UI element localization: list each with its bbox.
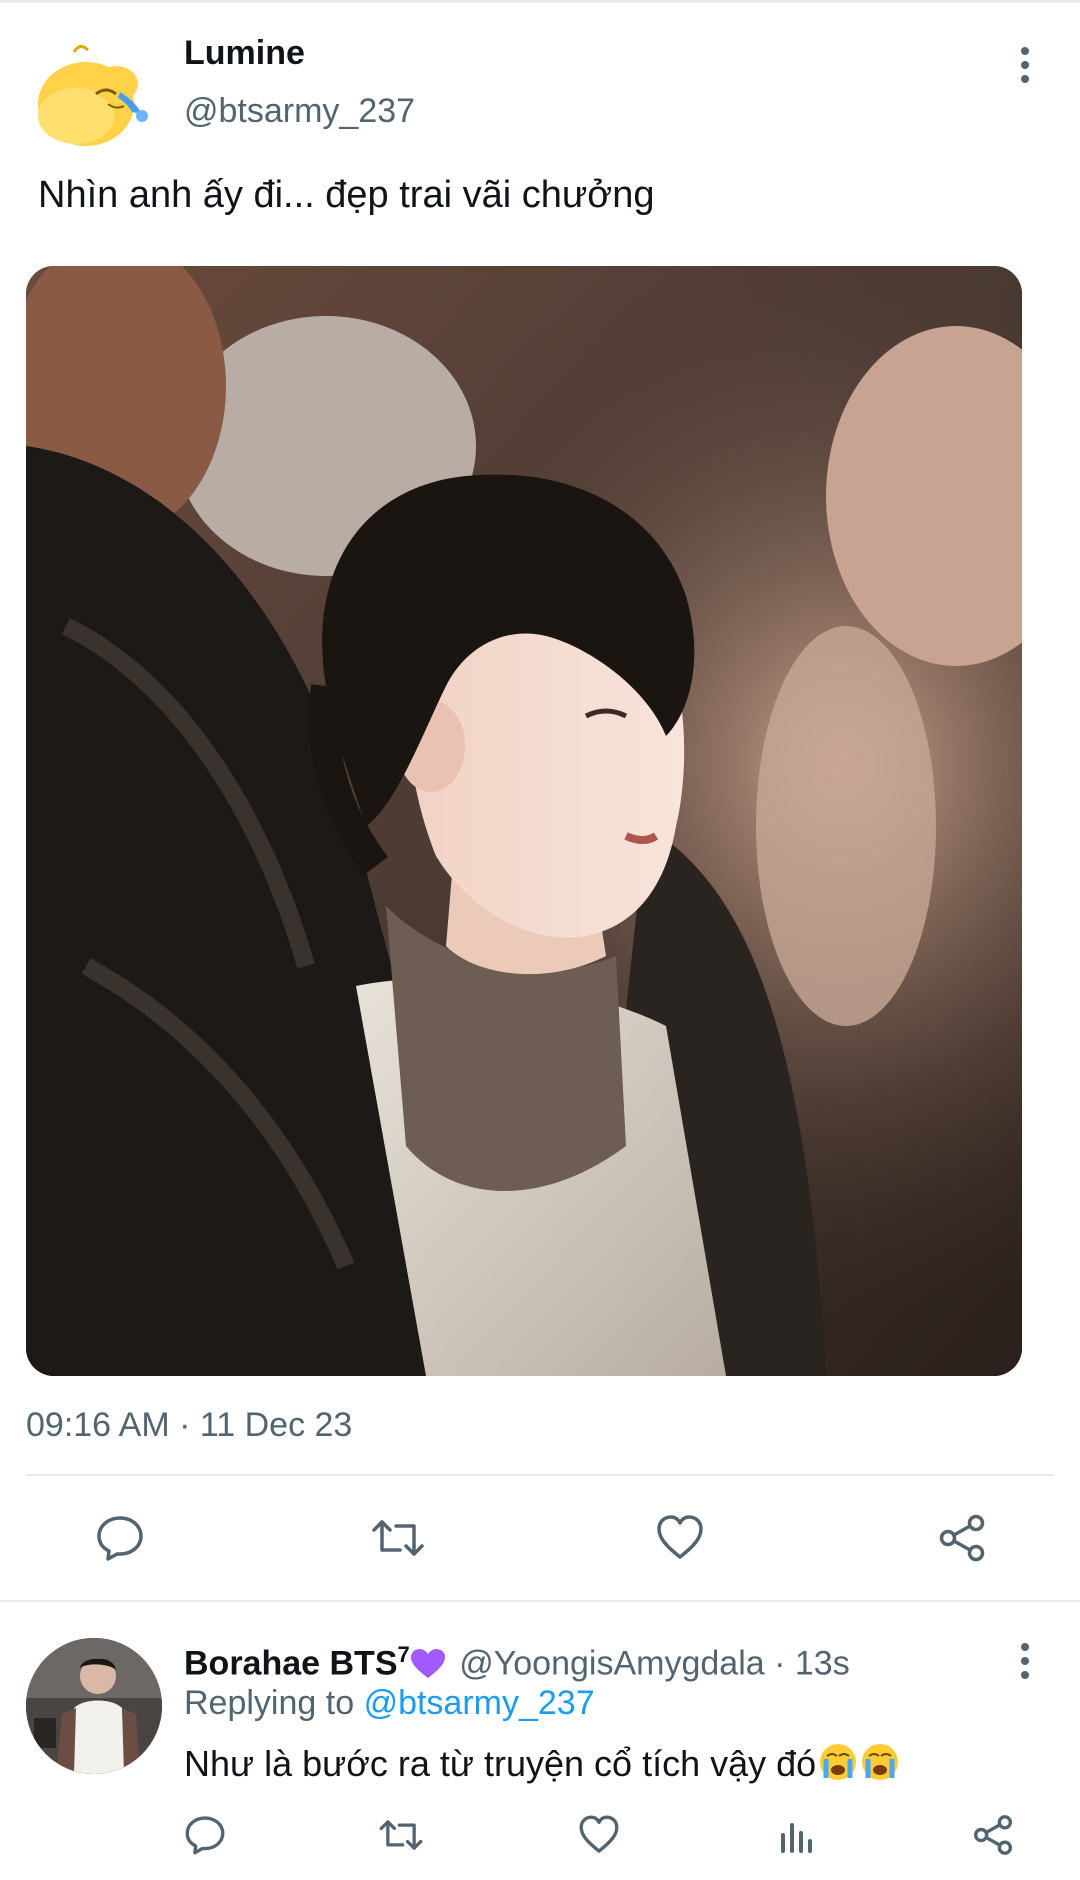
reply-author-name[interactable]: Borahae BTS xyxy=(184,1644,398,1682)
author-handle[interactable]: @btsarmy_237 xyxy=(184,92,415,131)
tweet-timestamp: 09:16 AM · 11 Dec 23 xyxy=(26,1406,353,1444)
avatar[interactable] xyxy=(26,32,166,152)
replying-to-line: Replying to @btsarmy_237 xyxy=(184,1684,595,1723)
avatar[interactable] xyxy=(26,1638,162,1774)
divider xyxy=(0,1600,1080,1602)
comment-icon[interactable] xyxy=(180,1810,230,1860)
reply-header: Borahae BTS7 @YoongisAmygdala · 13s xyxy=(184,1642,850,1689)
share-icon[interactable] xyxy=(968,1810,1018,1860)
replying-prefix: Replying to xyxy=(184,1684,355,1722)
loudly-crying-face-icon xyxy=(818,1742,858,1791)
share-icon[interactable] xyxy=(934,1510,990,1566)
user-photo-avatar-icon xyxy=(26,1638,162,1774)
reply-author-handle[interactable]: @YoongisAmygdala xyxy=(459,1644,764,1682)
author-badge: 7 xyxy=(397,1642,410,1667)
stats-icon[interactable] xyxy=(772,1810,822,1860)
more-options-icon[interactable] xyxy=(1000,1636,1050,1686)
heart-icon[interactable] xyxy=(574,1810,624,1860)
loudly-crying-face-icon xyxy=(860,1742,900,1791)
reply-text: Như là bước ra từ truyện cổ tích vậy đó xyxy=(184,1743,817,1784)
comment-icon[interactable] xyxy=(92,1510,148,1566)
tweet-text: Nhìn anh ấy đi... đẹp trai vãi chưởng xyxy=(38,174,655,216)
divider xyxy=(26,1474,1054,1476)
retweet-icon[interactable] xyxy=(376,1810,426,1860)
reply-text-line: Như là bước ra từ truyện cổ tích vậy đó xyxy=(184,1742,900,1791)
more-options-icon[interactable] xyxy=(1000,40,1050,90)
retweet-icon[interactable] xyxy=(370,1510,426,1566)
heart-icon[interactable] xyxy=(652,1510,708,1566)
tweet-photo[interactable] xyxy=(26,266,1022,1376)
replying-to-link[interactable]: @btsarmy_237 xyxy=(364,1684,595,1722)
top-divider xyxy=(0,0,1080,3)
reply-age: · 13s xyxy=(774,1644,850,1683)
author-name[interactable]: Lumine xyxy=(184,34,305,73)
yellow-duck-avatar-icon xyxy=(38,45,148,146)
